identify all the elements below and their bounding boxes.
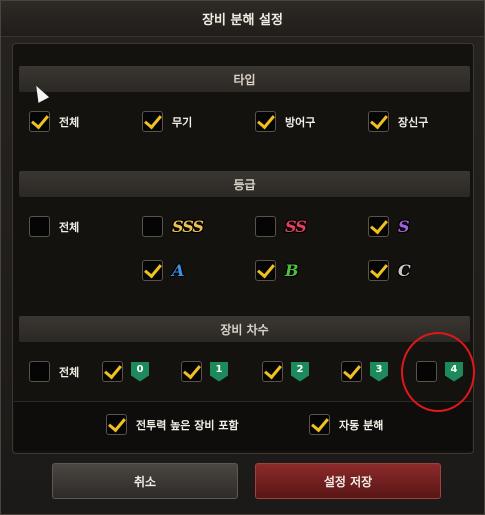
tier-0-option[interactable]: 0 [102,361,149,382]
type-weapon-label: 무기 [172,115,193,129]
extra-options-strip [14,401,472,451]
cancel-button[interactable]: 취소 [52,463,238,499]
auto-disassemble-checkbox[interactable] [309,414,330,435]
grade-b-checkbox[interactable] [255,260,276,281]
type-accessory-option[interactable]: 장신구 [368,111,428,132]
type-accessory-label: 장신구 [398,115,429,129]
grade-section-header: 등급 [19,171,470,197]
tier-1-option[interactable]: 1 [181,361,228,382]
tier-0-badge: 0 [131,361,149,382]
tier-all-checkbox[interactable] [29,361,50,382]
tier-2-badge: 2 [291,361,309,382]
grade-s-option[interactable]: S [368,216,410,237]
tier-all-label: 전체 [59,365,80,379]
dialog-title: 장비 분해 설정 [1,1,484,37]
auto-disassemble-label: 자동 분해 [339,418,384,432]
tier-3-option[interactable]: 3 [341,361,388,382]
disassemble-settings-dialog: 장비 분해 설정 타입 전체 무기 방어구 장신구 등급 전체 SSS SS S… [0,0,485,515]
type-armor-checkbox[interactable] [255,111,276,132]
tier-3-badge: 3 [370,361,388,382]
tier-2-checkbox[interactable] [262,361,283,382]
type-all-option[interactable]: 전체 [29,111,79,132]
grade-all-label: 전체 [59,220,80,234]
grade-c-label: C [398,261,411,280]
grade-sss-checkbox[interactable] [142,216,163,237]
save-settings-button[interactable]: 설정 저장 [255,463,441,499]
settings-panel: 타입 전체 무기 방어구 장신구 등급 전체 SSS SS S A B C 장비… [12,43,474,454]
type-weapon-checkbox[interactable] [142,111,163,132]
include-high-power-label: 전투력 높은 장비 포함 [136,418,239,432]
grade-c-option[interactable]: C [368,260,411,281]
grade-b-option[interactable]: B [255,260,298,281]
tier-3-checkbox[interactable] [341,361,362,382]
tier-all-option[interactable]: 전체 [29,361,79,382]
grade-sss-option[interactable]: SSS [142,216,204,237]
grade-s-checkbox[interactable] [368,216,389,237]
grade-c-checkbox[interactable] [368,260,389,281]
grade-a-option[interactable]: A [142,260,184,281]
type-armor-label: 방어구 [285,115,316,129]
type-all-checkbox[interactable] [29,111,50,132]
grade-b-label: B [285,261,298,280]
auto-disassemble-option[interactable]: 자동 분해 [309,414,383,435]
include-high-power-checkbox[interactable] [106,414,127,435]
grade-s-label: S [398,217,410,236]
type-section-header: 타입 [19,66,470,92]
grade-all-checkbox[interactable] [29,216,50,237]
highlight-circle-annotation [401,332,475,412]
grade-a-label: A [172,261,184,280]
tier-1-checkbox[interactable] [181,361,202,382]
grade-ss-checkbox[interactable] [255,216,276,237]
type-weapon-option[interactable]: 무기 [142,111,192,132]
include-high-power-option[interactable]: 전투력 높은 장비 포함 [106,414,239,435]
tier-0-checkbox[interactable] [102,361,123,382]
grade-sss-label: SSS [172,217,204,236]
type-accessory-checkbox[interactable] [368,111,389,132]
type-all-label: 전체 [59,115,80,129]
type-armor-option[interactable]: 방어구 [255,111,315,132]
grade-ss-option[interactable]: SS [255,216,307,237]
tier-1-badge: 1 [210,361,228,382]
grade-a-checkbox[interactable] [142,260,163,281]
grade-all-option[interactable]: 전체 [29,216,79,237]
tier-2-option[interactable]: 2 [262,361,309,382]
tier-section-header: 장비 차수 [19,316,470,342]
grade-ss-label: SS [285,217,307,236]
